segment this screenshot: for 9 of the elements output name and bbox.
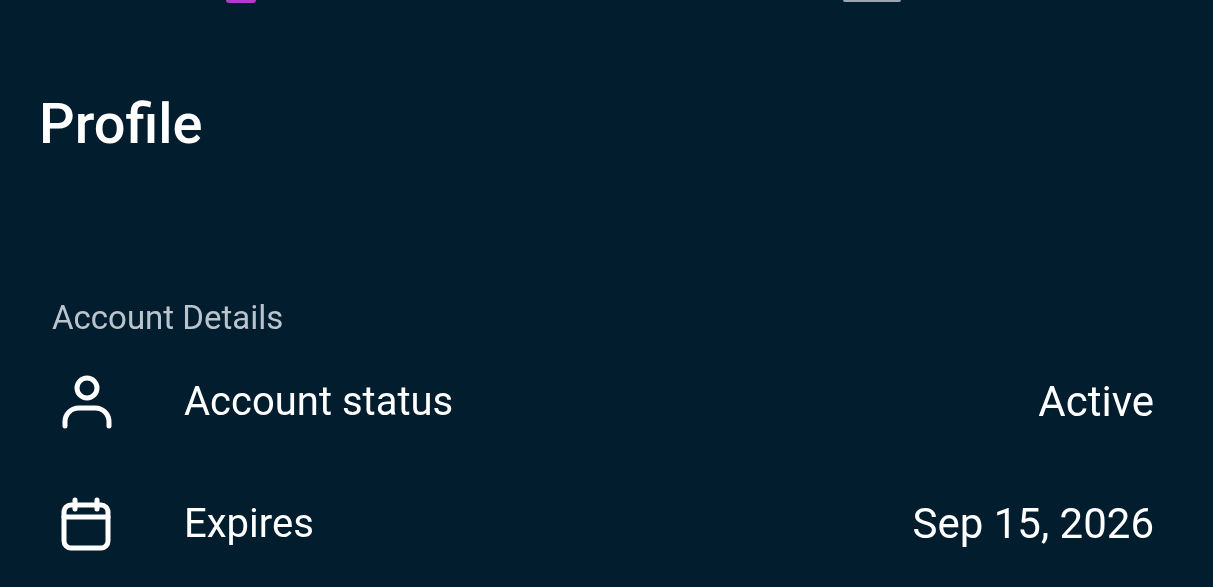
section-heading: Account Details <box>52 297 284 339</box>
cut-off-icon[interactable] <box>226 0 256 3</box>
row-value: Sep 15, 2026 <box>912 499 1154 549</box>
calendar-icon <box>61 497 111 551</box>
page-title: Profile <box>39 90 204 159</box>
person-icon <box>61 374 113 430</box>
row-value: Active <box>1038 377 1154 427</box>
row-label: Expires <box>184 499 314 549</box>
row-label: Account status <box>184 377 454 427</box>
